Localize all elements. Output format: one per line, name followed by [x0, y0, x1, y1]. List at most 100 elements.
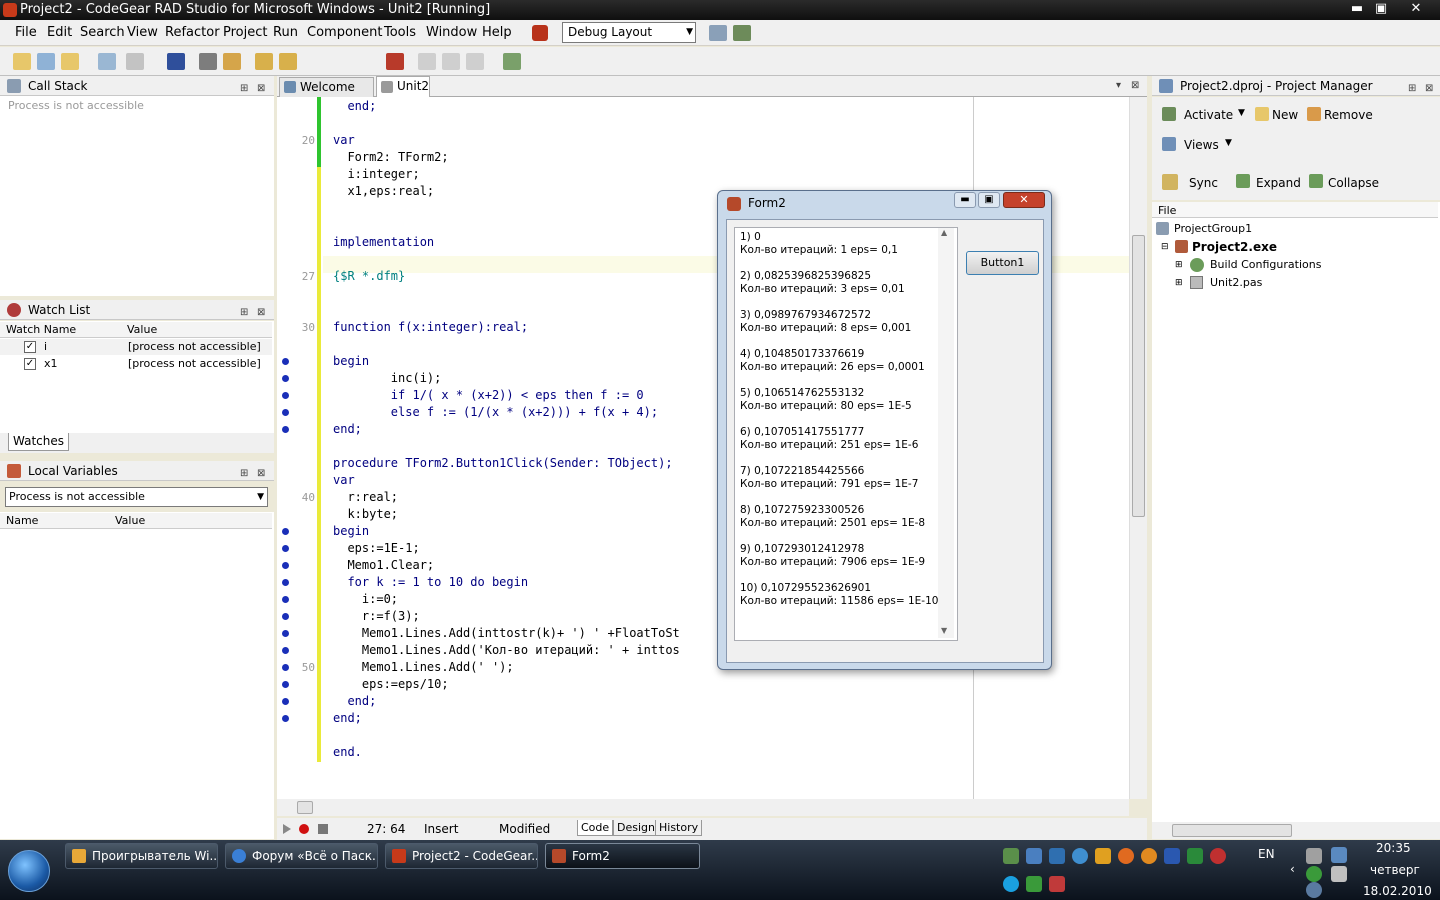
- panel-close-icon[interactable]: ⊠: [1425, 79, 1433, 99]
- record-macro-icon[interactable]: [299, 824, 309, 834]
- menu-help[interactable]: Help: [482, 25, 512, 40]
- expand-button[interactable]: Expand: [1256, 176, 1301, 190]
- memo1[interactable]: 1) 0 Кол-во итераций: 1 eps= 0,1 2) 0,0825…: [734, 227, 958, 641]
- panel-close-icon[interactable]: ⊠: [1131, 80, 1139, 91]
- step-out-icon[interactable]: [466, 53, 484, 70]
- tab-dropdown-icon[interactable]: ▾: [1116, 80, 1121, 91]
- menu-refactor[interactable]: Refactor: [165, 25, 220, 40]
- taskbar-item-media-player[interactable]: Проигрыватель Wi...: [65, 843, 218, 869]
- save-all-icon[interactable]: [199, 53, 217, 70]
- clock-day[interactable]: четверг: [1370, 863, 1420, 877]
- breakpoint-icon[interactable]: [282, 613, 289, 620]
- chevron-down-icon[interactable]: ▼: [1238, 108, 1245, 118]
- open-folder-icon[interactable]: [223, 53, 241, 70]
- new-icon[interactable]: [13, 53, 31, 70]
- breakpoint-icon[interactable]: [282, 562, 289, 569]
- pin-icon[interactable]: ⊞: [240, 303, 248, 323]
- tab-welcome-page[interactable]: Welcome Page: [279, 77, 374, 112]
- form2-minimize-button[interactable]: ▬: [954, 192, 976, 208]
- breakpoint-icon[interactable]: [282, 647, 289, 654]
- activate-button[interactable]: Activate: [1184, 108, 1233, 122]
- local-value-column[interactable]: Value: [115, 513, 145, 529]
- volume-icon[interactable]: [1331, 866, 1347, 882]
- checkbox-checked-icon[interactable]: ✓: [24, 358, 36, 370]
- button1[interactable]: Button1: [966, 251, 1039, 275]
- new-button[interactable]: New: [1272, 108, 1298, 122]
- project-tree-hscroll-thumb[interactable]: [1172, 824, 1292, 837]
- clock-date[interactable]: 18.02.2010: [1363, 884, 1432, 898]
- editor-vscroll[interactable]: [1129, 97, 1147, 799]
- checkbox-checked-icon[interactable]: ✓: [24, 341, 36, 353]
- memo-vscroll[interactable]: ▲ ▼: [938, 228, 954, 638]
- expand-node-icon[interactable]: ⊞: [1175, 278, 1183, 288]
- clock-time[interactable]: 20:35: [1376, 841, 1411, 855]
- close-button[interactable]: ✕: [1402, 0, 1430, 18]
- watch-row[interactable]: ✓ i [process not accessible]: [0, 339, 272, 355]
- local-name-column[interactable]: Name: [6, 513, 38, 529]
- stop-macro-icon[interactable]: [318, 824, 328, 834]
- menu-project[interactable]: Project: [223, 25, 267, 40]
- pin-icon[interactable]: ⊞: [1408, 79, 1416, 99]
- editor-vscroll-thumb[interactable]: [1132, 235, 1145, 517]
- tree-item-project-exe[interactable]: Project2.exe: [1192, 240, 1277, 254]
- pin-icon[interactable]: ⊞: [240, 464, 248, 484]
- open-icon[interactable]: [61, 53, 79, 70]
- tab-watches[interactable]: Watches: [8, 433, 69, 451]
- tray-icon[interactable]: [1306, 866, 1322, 882]
- breakpoint-icon[interactable]: [282, 528, 289, 535]
- play-macro-icon[interactable]: [283, 824, 291, 834]
- new-items-icon[interactable]: [98, 53, 116, 70]
- tray-icon[interactable]: [1141, 848, 1157, 864]
- breakpoint-icon[interactable]: [282, 579, 289, 586]
- tab-code[interactable]: Code: [577, 820, 614, 836]
- tray-icon[interactable]: [1210, 848, 1226, 864]
- menu-component[interactable]: Component: [307, 25, 382, 40]
- breakpoint-icon[interactable]: [282, 715, 289, 722]
- expand-node-icon[interactable]: ⊞: [1175, 260, 1183, 270]
- panel-close-icon[interactable]: ⊠: [257, 464, 265, 484]
- scroll-up-icon[interactable]: ▲: [941, 228, 947, 237]
- collapse-node-icon[interactable]: ⊟: [1161, 242, 1169, 252]
- network-icon[interactable]: [1331, 847, 1347, 863]
- editor-hscroll-thumb[interactable]: [297, 801, 313, 814]
- breakpoint-icon[interactable]: [282, 409, 289, 416]
- help-contents-icon[interactable]: [503, 53, 521, 70]
- breakpoint-icon[interactable]: [282, 545, 289, 552]
- watch-name-column[interactable]: Watch Name: [6, 322, 76, 338]
- tray-icon[interactable]: [1306, 848, 1322, 864]
- tray-icon[interactable]: [1049, 848, 1065, 864]
- remove-from-project-icon[interactable]: [279, 53, 297, 70]
- breakpoint-icon[interactable]: [282, 698, 289, 705]
- form2-maximize-button[interactable]: ▣: [978, 192, 1000, 208]
- form2-close-button[interactable]: ✕: [1003, 192, 1045, 208]
- menu-window[interactable]: Window: [426, 25, 477, 40]
- watch-row[interactable]: ✓ x1 [process not accessible]: [0, 356, 272, 372]
- tree-item-projectgroup[interactable]: ProjectGroup1: [1174, 222, 1252, 235]
- collapse-button[interactable]: Collapse: [1328, 176, 1379, 190]
- file-column[interactable]: File: [1158, 203, 1176, 219]
- save-icon[interactable]: [167, 53, 185, 70]
- menu-search[interactable]: Search: [80, 25, 125, 40]
- breakpoint-icon[interactable]: [282, 392, 289, 399]
- views-button[interactable]: Views: [1184, 138, 1219, 152]
- tray-icon[interactable]: [1026, 876, 1042, 892]
- tree-item-build-configurations[interactable]: Build Configurations: [1210, 258, 1321, 271]
- tray-icon[interactable]: [1072, 848, 1088, 864]
- tray-icon[interactable]: [1164, 848, 1180, 864]
- project-tree-hscroll[interactable]: [1152, 822, 1440, 839]
- stop-icon[interactable]: [386, 53, 404, 70]
- menu-view[interactable]: View: [127, 25, 158, 40]
- add-to-project-icon[interactable]: [255, 53, 273, 70]
- menu-tools[interactable]: Tools: [384, 25, 416, 40]
- maximize-button[interactable]: ▣: [1368, 0, 1394, 18]
- step-over-icon[interactable]: [442, 53, 460, 70]
- menu-run[interactable]: Run: [273, 25, 298, 40]
- desktop-layout-combo[interactable]: Debug Layout ▼: [562, 22, 696, 43]
- tray-icon[interactable]: [1049, 876, 1065, 892]
- set-debug-layout-icon[interactable]: [733, 25, 751, 41]
- breakpoint-icon[interactable]: [282, 681, 289, 688]
- menu-file[interactable]: File: [15, 25, 37, 40]
- open-project-icon[interactable]: [37, 53, 55, 70]
- breakpoint-icon[interactable]: [282, 596, 289, 603]
- tab-history[interactable]: History: [655, 820, 703, 836]
